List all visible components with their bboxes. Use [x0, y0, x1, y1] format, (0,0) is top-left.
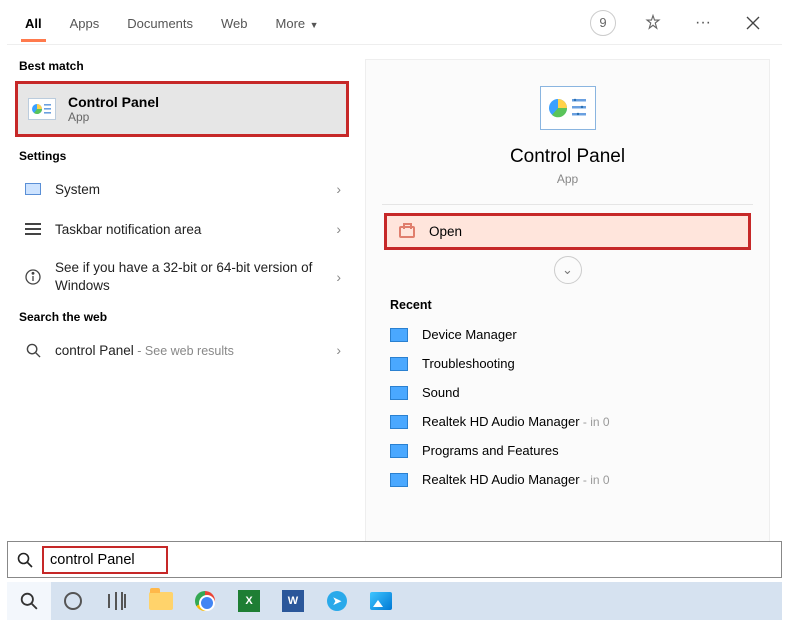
- taskbar-cortana-button[interactable]: [51, 582, 95, 620]
- app-tile-icon: [390, 444, 408, 458]
- preview-subtitle: App: [366, 172, 769, 186]
- word-icon: W: [282, 590, 304, 612]
- recent-item-label: Device Manager: [422, 327, 517, 342]
- tab-web[interactable]: Web: [217, 4, 252, 41]
- taskbar-chrome-button[interactable]: [183, 582, 227, 620]
- taskbar-icon: [23, 219, 43, 239]
- feedback-icon[interactable]: [638, 8, 668, 38]
- search-bar: [7, 541, 782, 578]
- result-taskbar-area[interactable]: Taskbar notification area ›: [7, 209, 357, 249]
- result-label: See if you have a 32-bit or 64-bit versi…: [55, 259, 324, 294]
- cortana-icon: [64, 592, 82, 610]
- results-list: Best match Control Panel App Settings Sy…: [7, 45, 357, 581]
- result-system[interactable]: System ›: [7, 169, 357, 209]
- taskbar-excel-button[interactable]: X: [227, 582, 271, 620]
- telegram-icon: ➤: [327, 591, 347, 611]
- taskbar-explorer-button[interactable]: [139, 582, 183, 620]
- recent-item[interactable]: Device Manager: [366, 320, 769, 349]
- result-control-panel[interactable]: Control Panel App: [18, 84, 346, 134]
- info-icon: [23, 267, 43, 287]
- search-panel: All Apps Documents Web More ▼ 9 ··· Best…: [7, 1, 782, 581]
- app-tile-icon: [390, 415, 408, 429]
- recent-item-label: Realtek HD Audio Manager - in 0: [422, 414, 610, 429]
- taskbar-telegram-button[interactable]: ➤: [315, 582, 359, 620]
- chrome-icon: [195, 591, 215, 611]
- search-input[interactable]: [50, 552, 160, 568]
- tab-apps[interactable]: Apps: [66, 4, 104, 41]
- monitor-icon: [23, 179, 43, 199]
- section-settings: Settings: [7, 143, 357, 169]
- preview-title: Control Panel: [366, 146, 769, 168]
- tab-more[interactable]: More ▼: [272, 4, 323, 41]
- chevron-down-icon: ▼: [307, 20, 318, 30]
- highlight-open: Open: [384, 213, 751, 250]
- app-tile-icon: [390, 386, 408, 400]
- result-title: Control Panel: [68, 94, 159, 110]
- taskbar-taskview-button[interactable]: [95, 582, 139, 620]
- folder-icon: [149, 592, 173, 610]
- photos-icon: [370, 592, 392, 610]
- action-label: Open: [429, 224, 462, 239]
- recent-item-label: Realtek HD Audio Manager - in 0: [422, 472, 610, 487]
- rewards-badge[interactable]: 9: [588, 8, 618, 38]
- search-icon: [8, 552, 42, 568]
- app-tile-icon: [390, 357, 408, 371]
- chevron-right-icon: ›: [336, 181, 341, 197]
- taskbar-photos-button[interactable]: [359, 582, 403, 620]
- result-label: control Panel - See web results: [55, 343, 324, 358]
- expand-actions-button[interactable]: ⌄: [554, 256, 582, 284]
- options-icon[interactable]: ···: [688, 8, 718, 38]
- chevron-right-icon: ›: [336, 342, 341, 358]
- action-open[interactable]: Open: [387, 216, 748, 247]
- app-tile-icon: [390, 328, 408, 342]
- taskview-icon: [108, 594, 126, 608]
- highlight-best-match: Control Panel App: [15, 81, 349, 137]
- preview-pane: Control Panel App Open ⌄ Recent Device M…: [365, 59, 770, 569]
- recent-item[interactable]: Sound: [366, 378, 769, 407]
- recent-item[interactable]: Programs and Features: [366, 436, 769, 465]
- tab-all[interactable]: All: [21, 4, 46, 41]
- recent-item[interactable]: Realtek HD Audio Manager - in 0: [366, 465, 769, 494]
- control-panel-icon: [28, 98, 56, 120]
- result-subtitle: App: [68, 110, 159, 124]
- recent-item-label: Troubleshooting: [422, 356, 515, 371]
- result-label: System: [55, 182, 324, 197]
- chevron-right-icon: ›: [336, 269, 341, 285]
- search-icon: [23, 340, 43, 360]
- taskbar: X W ➤: [7, 582, 782, 620]
- app-tile-icon: [390, 473, 408, 487]
- taskbar-word-button[interactable]: W: [271, 582, 315, 620]
- taskbar-search-button[interactable]: [7, 582, 51, 620]
- result-web-search[interactable]: control Panel - See web results ›: [7, 330, 357, 370]
- excel-icon: X: [238, 590, 260, 612]
- result-label: Taskbar notification area: [55, 222, 324, 237]
- recent-item[interactable]: Troubleshooting: [366, 349, 769, 378]
- recent-item-label: Programs and Features: [422, 443, 559, 458]
- highlight-search-input: [42, 546, 168, 574]
- close-icon[interactable]: [738, 8, 768, 38]
- section-best-match: Best match: [7, 53, 357, 79]
- recent-item[interactable]: Realtek HD Audio Manager - in 0: [366, 407, 769, 436]
- search-tabs: All Apps Documents Web More ▼ 9 ···: [7, 1, 782, 45]
- tab-documents[interactable]: Documents: [123, 4, 197, 41]
- chevron-right-icon: ›: [336, 221, 341, 237]
- result-bitness[interactable]: See if you have a 32-bit or 64-bit versi…: [7, 249, 357, 304]
- section-search-web: Search the web: [7, 304, 357, 330]
- control-panel-icon: [540, 86, 596, 130]
- recent-item-label: Sound: [422, 385, 460, 400]
- open-icon: [399, 226, 415, 238]
- section-recent: Recent: [366, 292, 769, 320]
